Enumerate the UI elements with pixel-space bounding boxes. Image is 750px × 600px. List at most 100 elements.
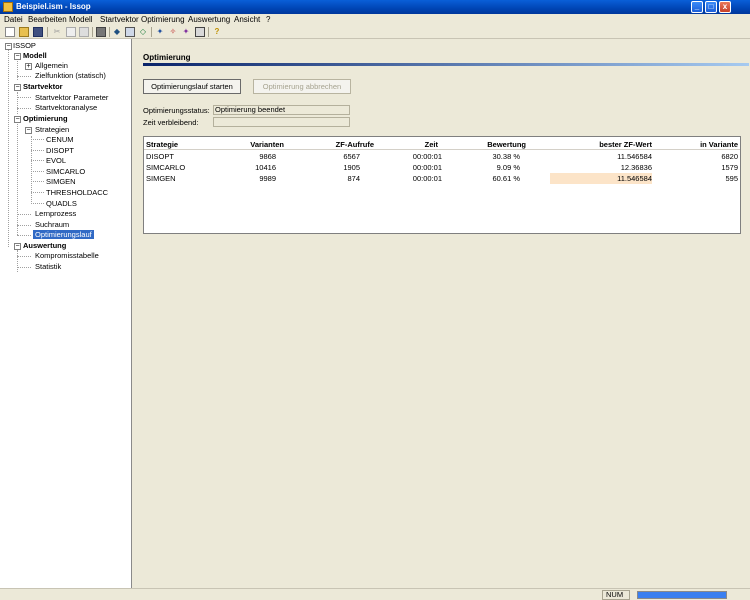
column-header[interactable]: Zeit [394,140,438,149]
optimize-icon[interactable]: ◇ [138,27,148,37]
statistics-icon[interactable]: ✦ [181,27,191,37]
close-button[interactable]: x [719,1,731,13]
cell-best-value: 12.36836 [620,163,652,172]
navigation-tree: − ISSOP − Modell + Allgemein Zielfunktio… [0,39,132,588]
collapse-icon[interactable]: − [14,116,21,123]
menu-modell[interactable]: Modell [69,15,93,24]
tree-item-startvektor[interactable]: Startvektor [23,82,63,91]
column-header[interactable]: Bewertung [464,140,526,149]
print-icon[interactable] [96,27,106,37]
tree-connector [17,250,18,272]
menu-datei[interactable]: Datei [4,15,23,24]
page-title: Optimierung [143,53,191,62]
title-bar: Beispiel.ism - Issop _ □ x [0,0,750,14]
results-icon[interactable]: ✧ [168,27,178,37]
results-table: Strategie Varianten ZF-Aufrufe Zeit Bewe… [143,136,741,234]
tree-item-strategien[interactable]: Strategien [35,125,69,134]
model-icon[interactable]: ◆ [112,27,122,37]
tree-item-suchraum[interactable]: Suchraum [35,220,69,229]
cell-variants: 9989 [259,174,276,183]
collapse-icon[interactable]: − [14,53,21,60]
tree-item-startvektor-parameter[interactable]: Startvektor Parameter [35,93,108,102]
tree-item-strategy[interactable]: CENUM [46,135,74,144]
collapse-icon[interactable]: − [25,127,32,134]
cell-variants: 10416 [255,163,276,172]
tree-item-strategy[interactable]: SIMGEN [46,177,76,186]
open-folder-icon[interactable] [19,27,29,37]
startvector-icon[interactable] [125,27,135,37]
cell-strategy: DISOPT [146,152,174,161]
tree-item-modell[interactable]: Modell [23,51,47,60]
tree-item-strategy[interactable]: EVOL [46,156,66,165]
menu-optimierung[interactable]: Optimierung [141,15,185,24]
tree-connector [31,160,44,161]
tree-item-lernprozess[interactable]: Lernprozess [35,209,76,218]
tree-item-startvektoranalyse[interactable]: Startvektoranalyse [35,103,97,112]
tree-connector [17,225,31,226]
toolbar: ✂ ◆ ◇ ✦ ✧ ✦ ? [0,25,750,39]
column-header[interactable]: ZF-Aufrufe [314,140,374,149]
tree-item-optimierungslauf[interactable]: Optimierungslauf [33,230,94,239]
tree-item-statistik[interactable]: Statistik [35,262,61,271]
tree-connector [31,139,44,140]
start-optimization-button[interactable]: Optimierungslauf starten [143,79,241,94]
toolbar-separator [208,27,209,37]
tree-item-kompromisstabelle[interactable]: Kompromisstabelle [35,251,99,260]
new-file-icon[interactable] [5,27,15,37]
tree-connector [17,235,31,236]
cell-time: 00:00:01 [412,152,442,161]
cell-time: 00:00:01 [412,174,442,183]
tree-connector [17,256,31,257]
cut-icon[interactable]: ✂ [52,27,62,37]
cell-strategy: SIMCARLO [146,163,186,172]
tree-item-strategy[interactable]: DISOPT [46,146,74,155]
table-icon[interactable] [195,27,205,37]
cell-strategy: SIMGEN [146,174,176,183]
save-icon[interactable] [33,27,43,37]
tree-item-auswertung[interactable]: Auswertung [23,241,66,250]
help-icon[interactable]: ? [212,27,222,37]
expand-icon[interactable]: + [25,63,32,70]
tree-connector [31,203,44,204]
collapse-icon[interactable]: − [14,243,21,250]
column-header[interactable]: in Variante [680,140,738,149]
cell-zf-calls: 1905 [343,163,360,172]
copy-icon[interactable] [66,27,76,37]
tree-item-optimierung[interactable]: Optimierung [23,114,68,123]
collapse-icon[interactable]: − [5,43,12,50]
abort-optimization-button[interactable]: Optimierung abbrechen [253,79,351,94]
tree-connector [17,108,31,109]
paste-icon[interactable] [79,27,89,37]
tree-root[interactable]: ISSOP [13,41,36,50]
menu-ansicht[interactable]: Ansicht [234,15,260,24]
tree-item-allgemein[interactable]: Allgemein [35,61,68,70]
tree-item-strategy[interactable]: THRESHOLDACC [46,188,108,197]
tree-connector [17,214,31,215]
main-panel: Optimierung Optimierungslauf starten Opt… [133,39,750,588]
menu-bearbeiten[interactable]: Bearbeiten [28,15,67,24]
column-header[interactable]: Strategie [146,140,178,149]
menu-help[interactable]: ? [266,15,270,24]
minimize-button[interactable]: _ [691,1,703,13]
column-header[interactable]: Varianten [224,140,284,149]
tree-item-strategy[interactable]: QUADLS [46,199,77,208]
num-lock-indicator: NUM [602,590,630,600]
tree-item-zielfunktion[interactable]: Zielfunktion (statisch) [35,71,106,80]
menu-startvektor[interactable]: Startvektor [100,15,139,24]
status-field: Optimierung beendet [213,105,350,115]
tree-connector [17,267,31,268]
maximize-button[interactable]: □ [705,1,717,13]
tree-connector [17,124,18,235]
cell-zf-calls: 874 [347,174,360,183]
tree-item-strategy[interactable]: SIMCARLO [46,167,85,176]
column-header[interactable]: bester ZF-Wert [584,140,652,149]
collapse-icon[interactable]: − [14,84,21,91]
tree-connector [17,92,18,114]
run-icon[interactable]: ✦ [155,27,165,37]
cell-in-variant: 595 [725,174,738,183]
menu-auswertung[interactable]: Auswertung [188,15,230,24]
tree-connector [31,136,32,204]
status-label: Optimierungsstatus: [143,106,210,115]
cell-best-value: 11.546584 [617,152,652,161]
cell-zf-calls: 6567 [343,152,360,161]
